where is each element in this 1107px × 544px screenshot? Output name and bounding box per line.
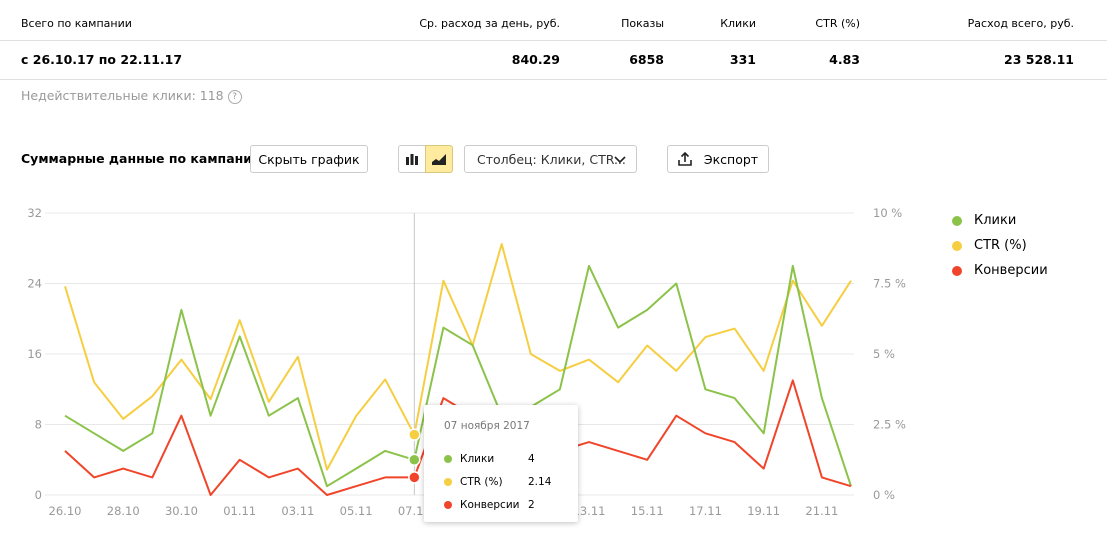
highlight-point-0 — [408, 453, 421, 466]
legend-item-conversions[interactable]: Конверсии — [952, 258, 1048, 283]
y-left-tick-label: 8 — [35, 418, 42, 432]
summary-header-total-spend: Расход всего, руб. — [967, 17, 1074, 30]
invalid-clicks: Недействительные клики: 118? — [21, 88, 242, 104]
summary-clicks: 331 — [729, 52, 756, 67]
legend-item-clicks[interactable]: Клики — [952, 208, 1048, 233]
tooltip-name-conversions: Конверсии — [460, 499, 520, 511]
chevron-down-icon — [614, 156, 626, 164]
tooltip-date: 07 ноября 2017 — [444, 420, 530, 432]
highlight-point-1 — [408, 428, 421, 441]
legend-label-clicks: Клики — [974, 213, 1017, 228]
legend-dot-clicks — [952, 215, 962, 226]
summary-table: Всего по кампании Ср. расход за день, ру… — [0, 0, 1107, 80]
x-tick-label: 05.11 — [340, 504, 373, 518]
help-icon[interactable]: ? — [227, 90, 242, 104]
summary-header-impressions: Показы — [621, 17, 664, 30]
y-right-tick-label: 0 % — [873, 488, 895, 502]
y-left-tick-label: 0 — [35, 488, 42, 502]
x-tick-label: 30.10 — [165, 504, 198, 518]
y-left-tick-label: 24 — [27, 277, 42, 291]
export-button[interactable]: Экспорт — [667, 145, 769, 173]
export-label: Экспорт — [703, 151, 759, 167]
export-icon — [678, 152, 692, 166]
summary-period: с 26.10.17 по 22.11.17 — [21, 52, 183, 67]
highlight-point-2 — [408, 471, 421, 484]
tooltip-value-conversions: 2 — [528, 499, 535, 511]
x-tick-label: 26.10 — [49, 504, 82, 518]
column-select[interactable]: Столбец: Клики, CTR... — [464, 145, 637, 173]
column-select-label: Столбец: Клики, CTR... — [477, 151, 626, 167]
invalid-clicks-label: Недействительные клики: 118 — [21, 88, 224, 103]
hide-chart-button[interactable]: Скрыть график — [250, 145, 368, 173]
bar-chart-icon — [406, 154, 418, 165]
x-tick-label: 21.11 — [805, 504, 838, 518]
summary-header-ctr: CTR (%) — [815, 17, 860, 30]
summary-impressions: 6858 — [629, 52, 664, 67]
x-tick-label: 17.11 — [689, 504, 722, 518]
y-right-tick-label: 7.5 % — [873, 277, 906, 291]
summary-total-spend: 23 528.11 — [1004, 52, 1074, 67]
legend-label-conversions: Конверсии — [974, 263, 1048, 278]
tooltip-row-conversions: Конверсии 2 — [444, 497, 535, 513]
y-right-tick-label: 2.5 % — [873, 418, 906, 432]
tooltip-value-ctr: 2.14 — [528, 476, 552, 488]
tooltip-dot-clicks — [444, 455, 452, 463]
area-chart-icon — [432, 154, 446, 165]
tooltip-name-ctr: CTR (%) — [460, 476, 503, 488]
y-left-tick-label: 32 — [27, 206, 42, 220]
section-title: Суммарные данные по кампании — [21, 151, 261, 166]
chart-tooltip: 07 ноября 2017 Клики 4 CTR (%) 2.14 Конв… — [424, 405, 578, 522]
y-right-tick-label: 5 % — [873, 347, 895, 361]
x-tick-label: 01.11 — [223, 504, 256, 518]
y-left-tick-label: 16 — [27, 347, 42, 361]
summary-header-period: Всего по кампании — [21, 17, 132, 30]
tooltip-dot-ctr — [444, 478, 452, 486]
tooltip-row-clicks: Клики 4 — [444, 451, 535, 467]
summary-avg-spend: 840.29 — [511, 52, 560, 67]
tooltip-name-clicks: Клики — [460, 453, 495, 465]
tooltip-value-clicks: 4 — [528, 453, 535, 465]
x-tick-label: 15.11 — [631, 504, 664, 518]
legend-label-ctr: CTR (%) — [974, 238, 1027, 253]
summary-header-row: Всего по кампании Ср. расход за день, ру… — [0, 0, 1107, 41]
x-tick-label: 19.11 — [747, 504, 780, 518]
summary-totals-row: с 26.10.17 по 22.11.17 840.29 6858 331 4… — [0, 41, 1107, 80]
x-tick-label: 28.10 — [107, 504, 140, 518]
chart-legend: Клики CTR (%) Конверсии — [952, 208, 1048, 283]
bar-view-button[interactable] — [398, 145, 426, 173]
y-right-tick-label: 10 % — [873, 206, 902, 220]
legend-dot-conversions — [952, 265, 962, 276]
summary-ctr: 4.83 — [829, 52, 860, 67]
area-view-button[interactable] — [425, 145, 453, 173]
tooltip-dot-conversions — [444, 501, 452, 509]
tooltip-row-ctr: CTR (%) 2.14 — [444, 474, 551, 490]
summary-header-clicks: Клики — [720, 17, 756, 30]
summary-header-avg-spend: Ср. расход за день, руб. — [419, 17, 560, 30]
legend-dot-ctr — [952, 240, 962, 251]
x-tick-label: 03.11 — [281, 504, 314, 518]
legend-item-ctr[interactable]: CTR (%) — [952, 233, 1048, 258]
